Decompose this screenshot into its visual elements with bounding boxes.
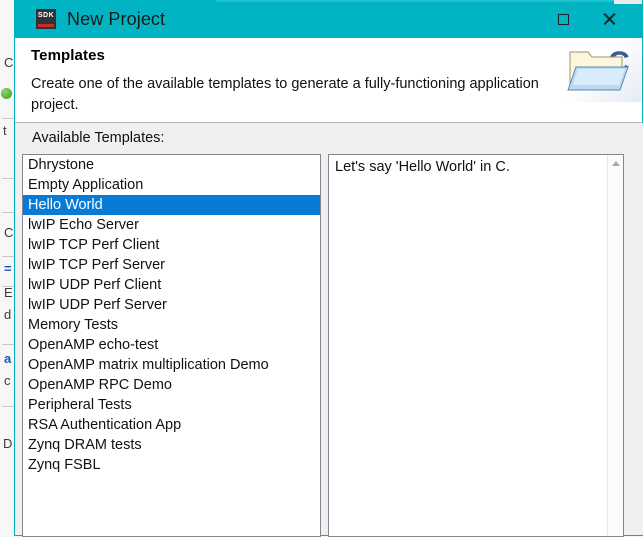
body-right-gutter bbox=[624, 123, 643, 535]
list-item[interactable]: Peripheral Tests bbox=[23, 395, 320, 415]
window-title: New Project bbox=[67, 9, 165, 30]
template-description-panel[interactable]: Let's say 'Hello World' in C. bbox=[328, 154, 624, 537]
chevron-up-icon bbox=[612, 161, 620, 166]
new-project-dialog: SDK New Project Templates Create one of … bbox=[14, 0, 643, 536]
available-templates-label: Available Templates: bbox=[32, 130, 164, 146]
background-text-fragment: t bbox=[3, 123, 7, 138]
background-text-fragment: E bbox=[4, 285, 13, 300]
list-item[interactable]: RSA Authentication App bbox=[23, 415, 320, 435]
list-item[interactable]: OpenAMP echo-test bbox=[23, 335, 320, 355]
description-scrollbar[interactable] bbox=[607, 155, 623, 536]
minimize-icon bbox=[511, 19, 524, 20]
minimize-button[interactable] bbox=[494, 0, 540, 38]
list-item[interactable]: OpenAMP RPC Demo bbox=[23, 375, 320, 395]
background-text-fragment: a bbox=[4, 351, 11, 366]
window-controls bbox=[494, 0, 642, 38]
background-text-fragment: D bbox=[3, 436, 12, 451]
list-item[interactable]: lwIP TCP Perf Client bbox=[23, 235, 320, 255]
c-project-folder-icon: C bbox=[558, 38, 641, 102]
templates-listbox[interactable]: DhrystoneEmpty ApplicationHello WorldlwI… bbox=[22, 154, 321, 537]
template-description-text: Let's say 'Hello World' in C. bbox=[329, 155, 623, 177]
maximize-button[interactable] bbox=[540, 0, 586, 38]
list-item[interactable]: Memory Tests bbox=[23, 315, 320, 335]
list-item[interactable]: lwIP UDP Perf Client bbox=[23, 275, 320, 295]
sdk-app-icon-label: SDK bbox=[38, 9, 54, 23]
title-bar[interactable]: SDK New Project bbox=[15, 0, 642, 38]
maximize-icon bbox=[558, 14, 569, 25]
background-text-fragment: C bbox=[4, 225, 13, 240]
page-title: Templates bbox=[31, 47, 642, 64]
list-item[interactable]: OpenAMP matrix multiplication Demo bbox=[23, 355, 320, 375]
sdk-app-icon-stripe bbox=[38, 24, 54, 27]
background-text-fragment: d bbox=[4, 307, 11, 322]
titlebar-top-highlight bbox=[216, 0, 642, 2]
scroll-up-button[interactable] bbox=[608, 155, 624, 172]
background-text-fragment: C bbox=[4, 55, 13, 70]
page-description: Create one of the available templates to… bbox=[31, 74, 559, 116]
close-icon bbox=[602, 12, 616, 26]
dialog-body: Available Templates: DhrystoneEmpty Appl… bbox=[15, 123, 642, 535]
background-text-fragment: = bbox=[4, 261, 12, 276]
list-item[interactable]: Dhrystone bbox=[23, 155, 320, 175]
background-status-dot-icon bbox=[1, 88, 12, 99]
dialog-header: Templates Create one of the available te… bbox=[15, 38, 642, 123]
list-item[interactable]: Empty Application bbox=[23, 175, 320, 195]
list-item[interactable]: Zynq FSBL bbox=[23, 455, 320, 475]
list-item[interactable]: lwIP UDP Perf Server bbox=[23, 295, 320, 315]
list-item[interactable]: Hello World bbox=[23, 195, 320, 215]
list-item[interactable]: lwIP TCP Perf Server bbox=[23, 255, 320, 275]
sdk-app-icon: SDK bbox=[36, 9, 56, 29]
close-button[interactable] bbox=[586, 0, 632, 38]
background-text-fragment: c bbox=[4, 373, 11, 388]
titlebar-corner-highlight bbox=[614, 0, 642, 4]
list-item[interactable]: Zynq DRAM tests bbox=[23, 435, 320, 455]
list-item[interactable]: lwIP Echo Server bbox=[23, 215, 320, 235]
